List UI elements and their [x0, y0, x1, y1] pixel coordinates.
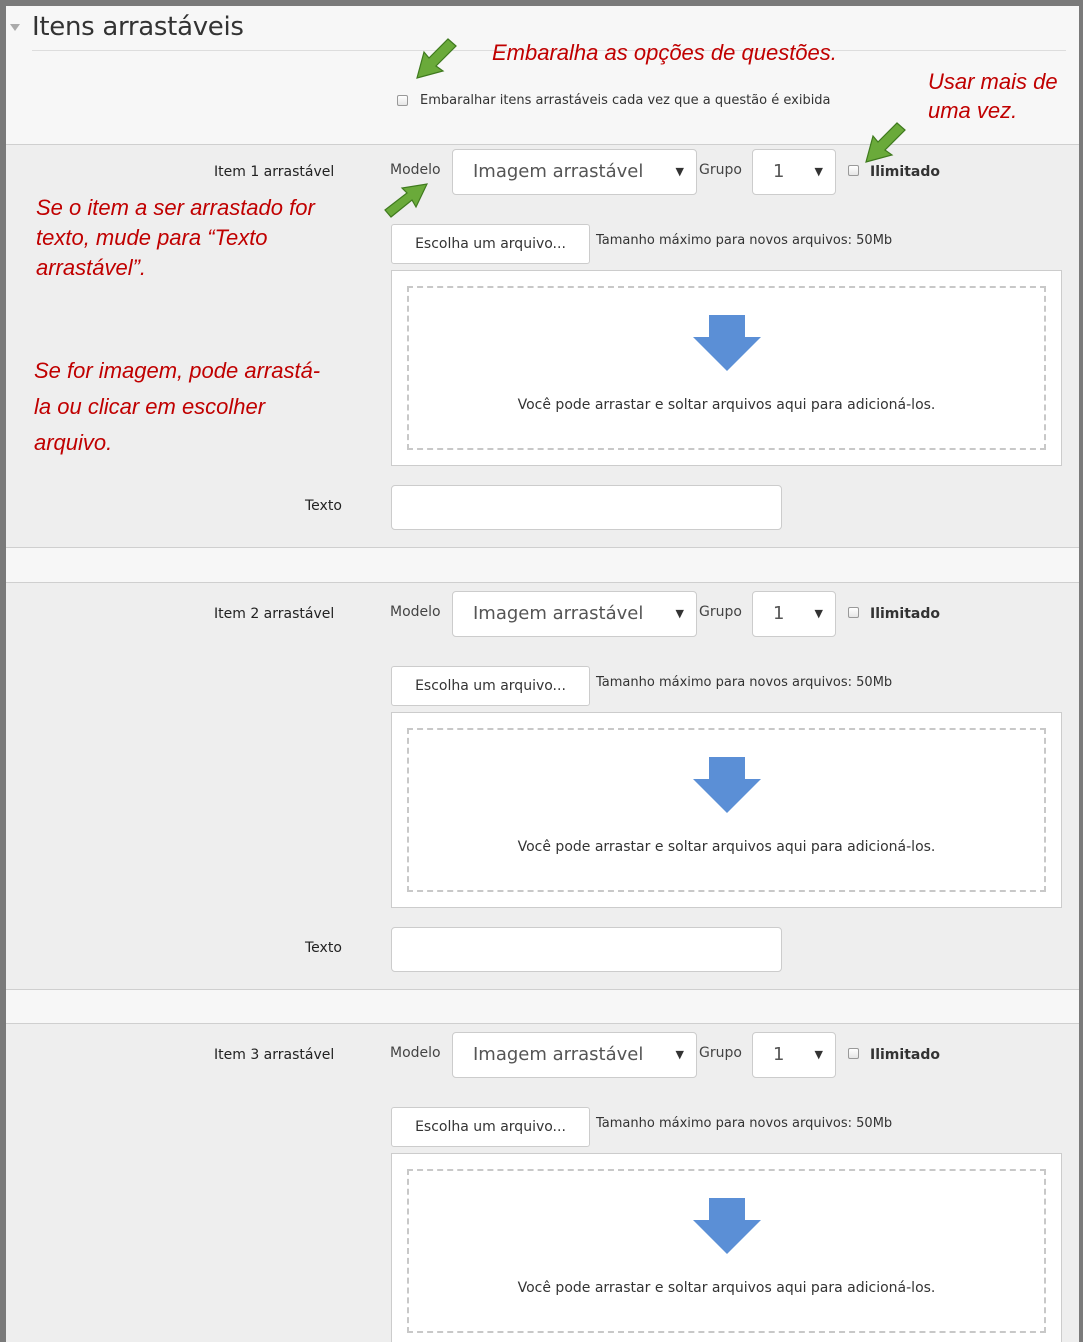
item-label: Item 3 arrastável — [214, 1047, 335, 1063]
choose-file-button[interactable]: Escolha um arquivo... — [391, 224, 590, 264]
down-arrow-icon — [693, 315, 761, 371]
modelo-label: Modelo — [390, 604, 441, 620]
choose-file-button[interactable]: Escolha um arquivo... — [391, 1107, 590, 1147]
item-label: Item 2 arrastável — [214, 606, 335, 622]
annotation-reuse: Usar mais de uma vez. — [928, 69, 1058, 123]
modelo-select[interactable]: Imagem arrastável ▼ — [452, 591, 697, 637]
annotation-text-model: Se o item a ser arrastado for texto, mud… — [36, 195, 315, 280]
modelo-value: Imagem arrastável — [473, 1044, 644, 1065]
grupo-value: 1 — [773, 1044, 785, 1065]
grupo-label: Grupo — [699, 1045, 742, 1061]
max-size-text: Tamanho máximo para novos arquivos: 50Mb — [596, 1116, 893, 1131]
texto-input[interactable] — [391, 485, 782, 530]
ilimitado-label: Ilimitado — [870, 1047, 940, 1063]
choose-file-button[interactable]: Escolha um arquivo... — [391, 666, 590, 706]
collapse-caret-icon[interactable] — [10, 24, 20, 31]
shuffle-checkbox[interactable] — [397, 95, 408, 106]
form-frame: Itens arrastáveis Embaralhar itens arras… — [0, 0, 1083, 1342]
grupo-value: 1 — [773, 603, 785, 624]
ilimitado-checkbox[interactable] — [848, 165, 859, 176]
dropdown-arrow-icon: ▼ — [814, 1048, 823, 1061]
modelo-value: Imagem arrastável — [473, 161, 644, 182]
item-divider — [6, 582, 1079, 583]
texto-label: Texto — [305, 940, 342, 956]
grupo-select[interactable]: 1 ▼ — [752, 149, 836, 195]
dropdown-arrow-icon: ▼ — [675, 607, 684, 620]
ilimitado-checkbox[interactable] — [848, 607, 859, 618]
annotation-image-model: Se for imagem, pode arrastá- la ou clica… — [34, 358, 321, 455]
grupo-label: Grupo — [699, 604, 742, 620]
dropdown-arrow-icon: ▼ — [814, 607, 823, 620]
dropdown-arrow-icon: ▼ — [675, 1048, 684, 1061]
grupo-select[interactable]: 1 ▼ — [752, 591, 836, 637]
shuffle-label: Embaralhar itens arrastáveis cada vez qu… — [420, 93, 831, 108]
modelo-label: Modelo — [390, 1045, 441, 1061]
texto-input[interactable] — [391, 927, 782, 972]
max-size-text: Tamanho máximo para novos arquivos: 50Mb — [596, 675, 893, 690]
green-arrow-icon — [865, 122, 906, 163]
down-arrow-icon — [693, 757, 761, 813]
file-dropzone[interactable]: Você pode arrastar e soltar arquivos aqu… — [391, 270, 1062, 466]
section-divider — [6, 144, 1079, 145]
green-arrow-icon — [384, 183, 428, 218]
dropdown-arrow-icon: ▼ — [675, 165, 684, 178]
modelo-select[interactable]: Imagem arrastável ▼ — [452, 1032, 697, 1078]
dropzone-text: Você pode arrastar e soltar arquivos aqu… — [517, 839, 936, 855]
dropzone-text: Você pode arrastar e soltar arquivos aqu… — [517, 397, 936, 413]
max-size-text: Tamanho máximo para novos arquivos: 50Mb — [596, 233, 893, 248]
ilimitado-checkbox[interactable] — [848, 1048, 859, 1059]
modelo-select[interactable]: Imagem arrastável ▼ — [452, 149, 697, 195]
modelo-label: Modelo — [390, 162, 441, 178]
green-arrow-icon — [416, 38, 457, 79]
file-dropzone[interactable]: Você pode arrastar e soltar arquivos aqu… — [391, 712, 1062, 908]
modelo-value: Imagem arrastável — [473, 603, 644, 624]
texto-label: Texto — [305, 498, 342, 514]
item-divider — [6, 1023, 1079, 1024]
annotation-shuffle: Embaralha as opções de questões. — [492, 40, 837, 65]
dropzone-text: Você pode arrastar e soltar arquivos aqu… — [517, 1280, 936, 1296]
grupo-select[interactable]: 1 ▼ — [752, 1032, 836, 1078]
section-title[interactable]: Itens arrastáveis — [32, 12, 244, 42]
down-arrow-icon — [693, 1198, 761, 1254]
dropdown-arrow-icon: ▼ — [814, 165, 823, 178]
grupo-label: Grupo — [699, 162, 742, 178]
ilimitado-label: Ilimitado — [870, 606, 940, 622]
grupo-value: 1 — [773, 161, 785, 182]
ilimitado-label: Ilimitado — [870, 164, 940, 180]
file-dropzone[interactable]: Você pode arrastar e soltar arquivos aqu… — [391, 1153, 1062, 1342]
item-label: Item 1 arrastável — [214, 164, 335, 180]
